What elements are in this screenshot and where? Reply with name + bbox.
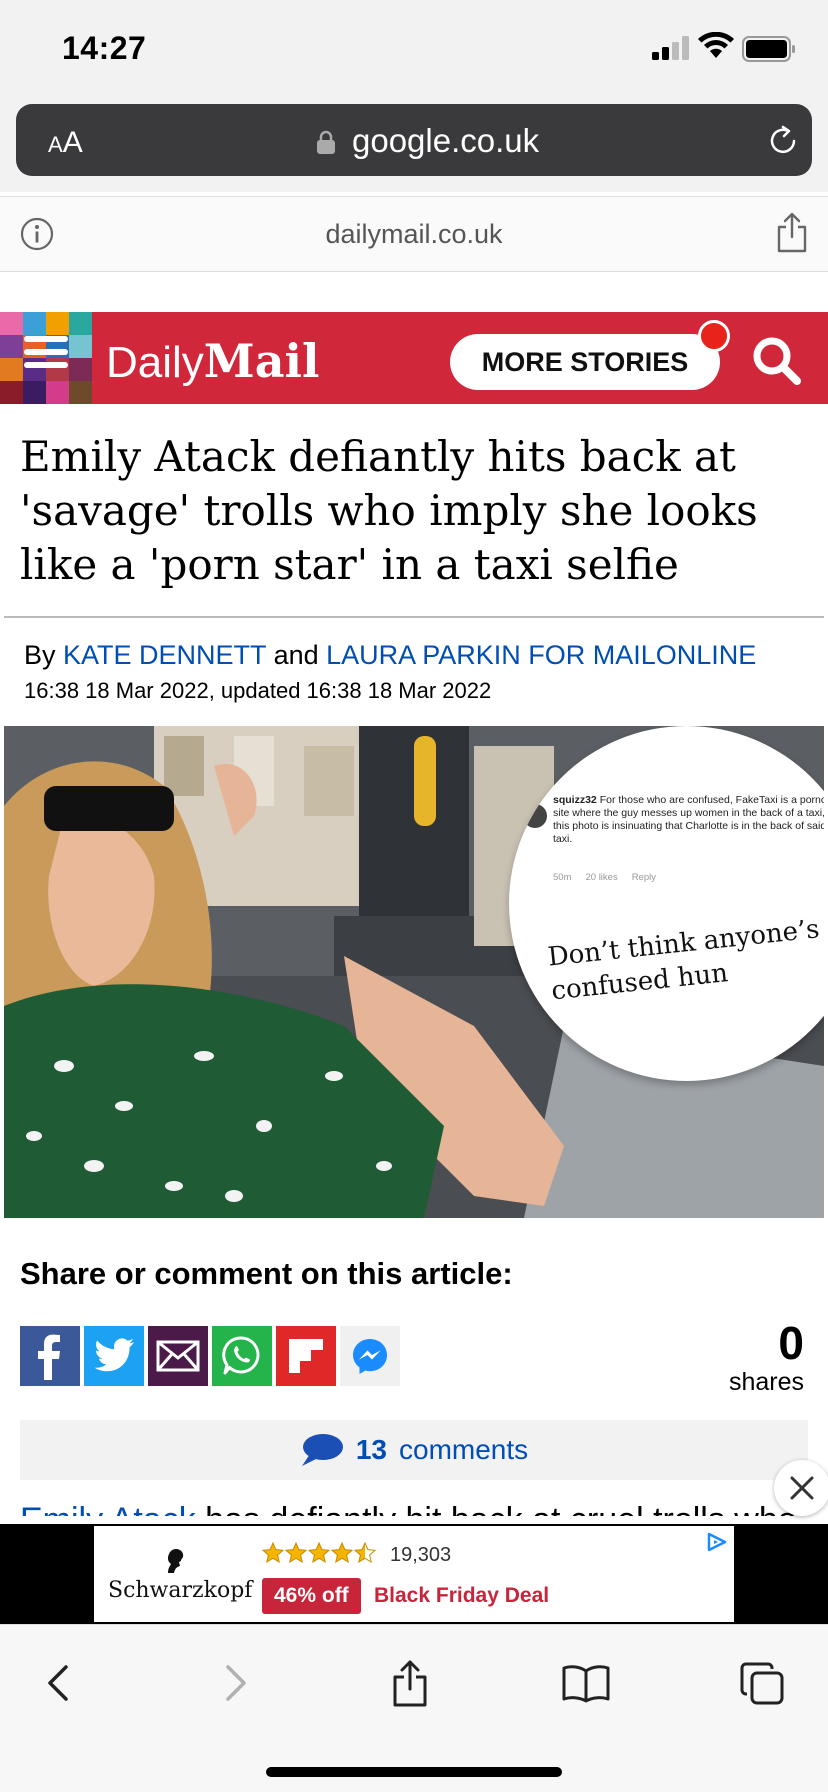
- open-book-icon: [562, 1665, 610, 1703]
- person-link[interactable]: Emily Atack: [20, 1501, 196, 1516]
- share-count-number: 0: [778, 1317, 804, 1369]
- avatar: [523, 804, 547, 828]
- article-first-paragraph: Emily Atack has defiantly hit back at cr…: [20, 1498, 810, 1516]
- flipboard-icon: [289, 1339, 323, 1373]
- byline: By KATE DENNETT and LAURA PARKIN FOR MAI…: [24, 640, 757, 670]
- bookmarks-button[interactable]: [558, 1655, 614, 1711]
- divider: [4, 616, 824, 618]
- facebook-icon: [38, 1334, 60, 1380]
- star-icon: [308, 1542, 330, 1564]
- site-header: DailyMail MORE STORIES: [0, 312, 828, 404]
- adchoices-icon[interactable]: [706, 1532, 728, 1552]
- star-icon: [262, 1542, 284, 1564]
- star-icon: [285, 1542, 307, 1564]
- ad-discount-badge: 46% off: [262, 1578, 361, 1614]
- search-icon[interactable]: [748, 332, 804, 388]
- forward-button[interactable]: [208, 1655, 264, 1711]
- notification-dot: [698, 320, 730, 352]
- back-chevron-icon: [48, 1665, 68, 1701]
- half-star-icon: [354, 1542, 376, 1564]
- comments-count: 13: [355, 1434, 387, 1465]
- hamburger-menu-icon[interactable]: [24, 336, 68, 380]
- share-count-label: shares: [728, 1368, 804, 1396]
- star-icon: [331, 1542, 353, 1564]
- article-hero-image[interactable]: squizz32 For those who are confused, Fak…: [4, 726, 824, 1218]
- ad-deal-text: Black Friday Deal: [374, 1584, 550, 1607]
- browser-address-bar-area: AA google.co.uk: [0, 96, 828, 192]
- daily-mail-logo[interactable]: DailyMail: [106, 334, 319, 388]
- address-text[interactable]: google.co.uk: [352, 122, 539, 160]
- share-icon: [393, 1660, 427, 1707]
- flipboard-share-button[interactable]: [276, 1326, 336, 1386]
- inset-caption: Don’t think anyone’s confused hun: [546, 914, 821, 1007]
- tabs-button[interactable]: [734, 1655, 790, 1711]
- schwarzkopf-silhouette-icon: [167, 1549, 184, 1573]
- share-buttons: [20, 1326, 400, 1386]
- whatsapp-icon: [222, 1336, 260, 1375]
- whatsapp-share-button[interactable]: [212, 1326, 272, 1386]
- comments-label: comments: [399, 1434, 529, 1465]
- messenger-icon: [353, 1339, 387, 1374]
- envelope-icon: [156, 1340, 200, 1372]
- toolbar-share-button[interactable]: [382, 1655, 438, 1711]
- share-count: 0 shares: [700, 1318, 804, 1397]
- status-time: 14:27: [62, 30, 147, 66]
- article-headline: Emily Atack defiantly hits back at 'sava…: [20, 432, 758, 589]
- back-button[interactable]: [30, 1655, 86, 1711]
- article-dateline: 16:38 18 Mar 2022, updated 16:38 18 Mar …: [24, 678, 492, 703]
- text-size-button[interactable]: AA: [48, 126, 83, 160]
- status-bar: 14:27: [0, 0, 828, 100]
- close-ad-button[interactable]: [774, 1460, 828, 1516]
- close-icon: [790, 1476, 814, 1500]
- ad-banner[interactable]: Schwarzkopf 19,303 46% off Black Friday …: [0, 1524, 828, 1624]
- home-indicator: [266, 1767, 562, 1777]
- facebook-share-button[interactable]: [20, 1326, 80, 1386]
- reload-icon[interactable]: [766, 124, 800, 158]
- twitter-share-button[interactable]: [84, 1326, 144, 1386]
- ad-content[interactable]: Schwarzkopf 19,303 46% off Black Friday …: [94, 1526, 734, 1622]
- messenger-share-button[interactable]: [340, 1326, 400, 1386]
- page-domain: dailymail.co.uk: [325, 219, 503, 249]
- author-link-1[interactable]: KATE DENNETT: [63, 640, 266, 670]
- tabs-icon: [740, 1662, 784, 1705]
- page-info-bar: dailymail.co.uk: [0, 196, 828, 272]
- share-title: Share or comment on this article:: [20, 1256, 513, 1291]
- comments-link[interactable]: 13 comments: [20, 1420, 808, 1480]
- lock-icon: [317, 130, 335, 154]
- more-stories-button[interactable]: MORE STORIES: [450, 334, 720, 390]
- ad-brand-name: Schwarzkopf: [108, 1578, 253, 1603]
- address-bar[interactable]: AA google.co.uk: [16, 104, 812, 176]
- ad-rating-stars: [262, 1542, 376, 1564]
- twitter-icon: [94, 1338, 134, 1372]
- wifi-icon: [698, 32, 734, 58]
- inset-comment-meta: 50m 20 likes Reply: [553, 872, 656, 883]
- email-share-button[interactable]: [148, 1326, 208, 1386]
- share-icon[interactable]: [774, 211, 810, 253]
- author-link-2[interactable]: LAURA PARKIN FOR MAILONLINE: [326, 640, 756, 670]
- ad-rating-count: 19,303: [390, 1544, 452, 1566]
- comment-bubble-icon: [301, 1434, 343, 1466]
- forward-chevron-icon: [226, 1665, 246, 1701]
- cellular-signal-icon: [652, 36, 689, 60]
- browser-toolbar: [0, 1624, 828, 1792]
- inset-comment: squizz32 For those who are confused, Fak…: [553, 794, 824, 845]
- battery-icon: [742, 36, 795, 62]
